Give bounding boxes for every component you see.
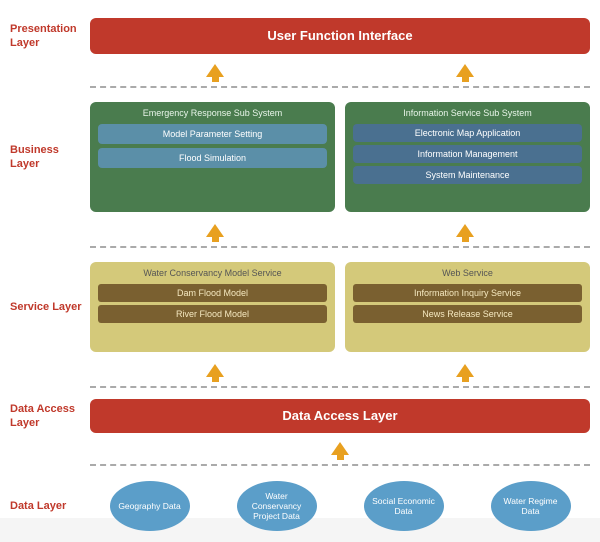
arrow-svc-dal-left: [206, 364, 224, 382]
web-service: Web Service Information Inquiry Service …: [345, 262, 590, 352]
arrow-head: [456, 364, 474, 377]
arrow-pres-biz-right: [456, 64, 474, 82]
arrow-row-1: [10, 64, 590, 82]
arrow-stem: [462, 237, 469, 242]
emergency-response-subsystem: Emergency Response Sub System Model Para…: [90, 102, 335, 212]
arrow-head: [331, 442, 349, 455]
arrow-row-3: [10, 364, 590, 382]
info-subsystem-title: Information Service Sub System: [353, 108, 582, 118]
data-label: Data Layer: [10, 499, 90, 513]
arrow-dal-data: [331, 442, 349, 460]
water-svc-title: Water Conservancy Model Service: [98, 268, 327, 278]
flood-simulation-module: Flood Simulation: [98, 148, 327, 168]
arrow-stem: [337, 455, 344, 460]
river-flood-model: River Flood Model: [98, 305, 327, 323]
sep-2: [10, 242, 590, 252]
info-inquiry-service: Information Inquiry Service: [353, 284, 582, 302]
dam-flood-model: Dam Flood Model: [98, 284, 327, 302]
service-content: Water Conservancy Model Service Dam Floo…: [90, 257, 590, 357]
arrow-row-2: [10, 224, 590, 242]
presentation-content: User Function Interface: [90, 10, 590, 62]
water-regime-data: Water Regime Data: [491, 481, 571, 531]
sep-3: [10, 382, 590, 392]
arrow-stem: [462, 77, 469, 82]
info-management-module: Information Management: [353, 145, 582, 163]
business-layer-row: Business Layer Emergency Response Sub Sy…: [10, 92, 590, 222]
arrow-biz-svc-right: [456, 224, 474, 242]
service-label: Service Layer: [10, 300, 90, 314]
dal-content: Data Access Layer: [90, 392, 590, 440]
user-function-interface-box: User Function Interface: [90, 18, 590, 54]
news-release-service: News Release Service: [353, 305, 582, 323]
arrow-stem: [212, 237, 219, 242]
diagram-container: PresentationLayer User Function Interfac…: [0, 0, 600, 518]
dal-label: Data AccessLayer: [10, 402, 90, 431]
data-content: Geography Data Water Conservancy Project…: [90, 476, 590, 536]
presentation-layer-row: PresentationLayer User Function Interfac…: [10, 10, 590, 62]
emergency-subsystem-title: Emergency Response Sub System: [98, 108, 327, 118]
info-service-subsystem: Information Service Sub System Electroni…: [345, 102, 590, 212]
service-layer-row: Service Layer Water Conservancy Model Se…: [10, 252, 590, 362]
arrow-head: [206, 64, 224, 77]
business-content: Emergency Response Sub System Model Para…: [90, 97, 590, 217]
electronic-map-module: Electronic Map Application: [353, 124, 582, 142]
business-label: Business Layer: [10, 143, 90, 172]
sep-4: [10, 460, 590, 470]
arrow-head: [206, 364, 224, 377]
data-layer-row: Data Layer Geography Data Water Conserva…: [10, 470, 590, 542]
water-conservancy-data: Water Conservancy Project Data: [237, 481, 317, 531]
arrow-svc-dal-right: [456, 364, 474, 382]
web-svc-title: Web Service: [353, 268, 582, 278]
arrow-stem: [212, 77, 219, 82]
arrow-head: [456, 64, 474, 77]
water-conservancy-service: Water Conservancy Model Service Dam Floo…: [90, 262, 335, 352]
arrow-head: [456, 224, 474, 237]
presentation-label: PresentationLayer: [10, 22, 90, 51]
system-maintenance-module: System Maintenance: [353, 166, 582, 184]
social-economic-data: Social Economic Data: [364, 481, 444, 531]
geography-data: Geography Data: [110, 481, 190, 531]
arrow-stem: [212, 377, 219, 382]
arrow-head: [206, 224, 224, 237]
arrow-row-4: [10, 442, 590, 460]
model-parameter-module: Model Parameter Setting: [98, 124, 327, 144]
sep-1: [10, 82, 590, 92]
dal-layer-row: Data AccessLayer Data Access Layer: [10, 392, 590, 440]
arrow-pres-biz-left: [206, 64, 224, 82]
data-access-layer-box: Data Access Layer: [90, 399, 590, 433]
arrow-stem: [462, 377, 469, 382]
arrow-biz-svc-left: [206, 224, 224, 242]
